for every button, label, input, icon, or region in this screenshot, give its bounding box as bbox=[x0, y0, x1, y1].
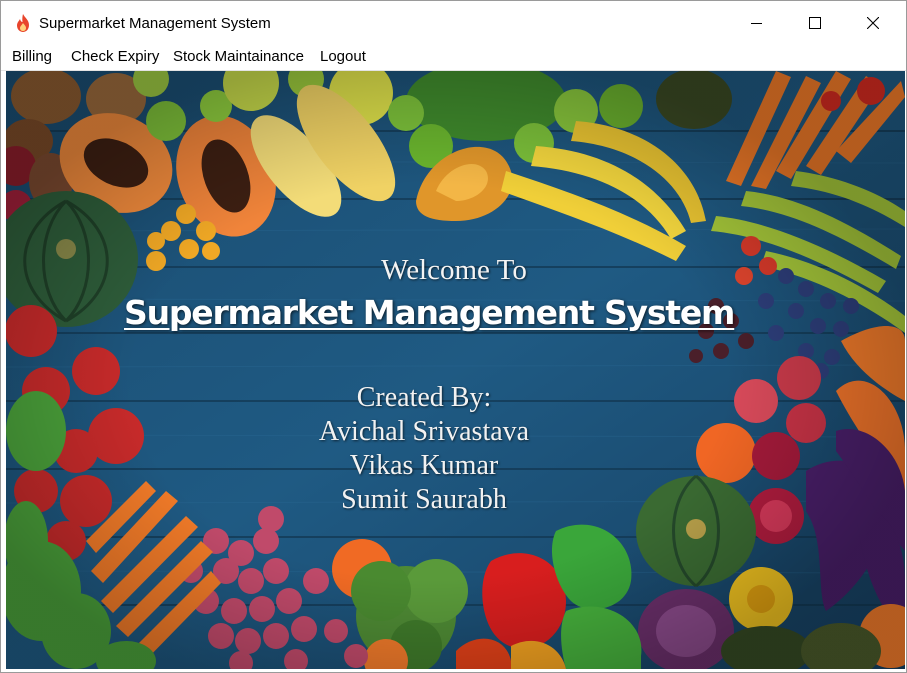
maximize-button[interactable] bbox=[786, 1, 844, 44]
created-by-label: Created By: bbox=[356, 382, 492, 413]
window-title: Supermarket Management System bbox=[39, 15, 271, 32]
maximize-icon bbox=[809, 16, 821, 29]
minimize-icon bbox=[751, 22, 762, 24]
menu-check-expiry[interactable]: Check Expiry bbox=[71, 48, 159, 65]
menu-logout[interactable]: Logout bbox=[320, 48, 366, 65]
welcome-text: Welcome To bbox=[381, 254, 527, 286]
menu-stock-maintainance[interactable]: Stock Maintainance bbox=[173, 48, 304, 65]
close-button[interactable] bbox=[844, 1, 902, 44]
menu-bar: Billing Check Expiry Stock Maintainance … bbox=[1, 44, 906, 71]
author-name: Vikas Kumar bbox=[349, 450, 499, 481]
flame-icon bbox=[17, 14, 29, 32]
author-name: Avichal Srivastava bbox=[318, 416, 530, 447]
app-window: Supermarket Management System Billing Ch… bbox=[0, 0, 907, 673]
background-image bbox=[6, 71, 905, 669]
menu-billing[interactable]: Billing bbox=[12, 48, 52, 65]
title-bar[interactable]: Supermarket Management System bbox=[1, 1, 906, 44]
app-headline: Supermarket Management System bbox=[124, 293, 735, 332]
minimize-button[interactable] bbox=[728, 1, 786, 44]
close-icon bbox=[867, 16, 879, 29]
splash-panel: Welcome To Supermarket Management System… bbox=[6, 71, 905, 669]
author-name: Sumit Saurabh bbox=[341, 484, 507, 515]
